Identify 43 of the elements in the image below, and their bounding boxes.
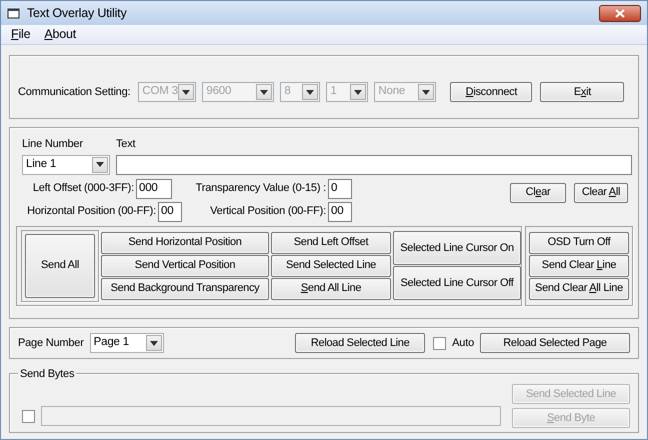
button[interactable]: OSD Turn Off — [529, 232, 629, 254]
button[interactable]: Clear — [510, 182, 566, 202]
button[interactable]: Exit — [540, 82, 624, 102]
button[interactable]: Send Left Offset — [271, 232, 391, 254]
input-field[interactable]: 00 — [158, 202, 182, 222]
window-title: Text Overlay Utility — [27, 4, 128, 22]
label: Auto — [452, 336, 474, 351]
input-field[interactable]: 0 — [328, 178, 352, 198]
input-field[interactable]: 00 — [328, 202, 352, 222]
button[interactable]: Send Vertical Position — [101, 254, 269, 276]
dropdown[interactable]: Page 1 — [90, 333, 164, 353]
button[interactable]: Reload Selected Line — [295, 333, 426, 353]
button[interactable]: Reload Selected Page — [480, 333, 630, 353]
button[interactable]: Send Horizontal Position — [101, 232, 269, 254]
menu-item[interactable]: About — [44, 25, 76, 44]
button[interactable]: Send All Line — [271, 278, 391, 300]
menu-item[interactable]: File — [11, 25, 30, 44]
input-field[interactable] — [116, 154, 632, 174]
label: Text — [116, 137, 136, 152]
close-icon[interactable] — [615, 8, 625, 18]
button[interactable]: Send All — [25, 234, 95, 298]
button[interactable]: Send Background Transparency — [101, 278, 269, 300]
input-field[interactable]: 000 — [136, 178, 172, 198]
button[interactable]: Disconnect — [450, 82, 532, 102]
label: Transparency Value (0-15) : — [196, 181, 326, 196]
window-icon — [7, 7, 21, 19]
label: Page Number — [18, 336, 84, 351]
checkbox[interactable] — [433, 336, 446, 350]
label: Line Number — [22, 137, 84, 152]
checkbox[interactable] — [22, 410, 35, 423]
button[interactable]: Selected Line Cursor Off — [393, 266, 521, 300]
button[interactable]: Send Selected Line — [271, 254, 391, 276]
button[interactable]: Send Clear All Line — [529, 278, 629, 300]
button[interactable]: Send Clear Line — [529, 254, 629, 276]
label: Horizontal Position (00-FF): — [27, 204, 156, 220]
group-title: Send Bytes — [18, 366, 76, 382]
button[interactable]: Selected Line Cursor On — [393, 231, 521, 265]
button[interactable]: Clear All — [574, 182, 628, 202]
label: Vertical Position (00-FF): — [210, 204, 326, 220]
label: Communication Setting: — [18, 84, 130, 100]
dropdown[interactable]: Line 1 — [22, 154, 110, 174]
close-button[interactable] — [599, 4, 641, 22]
label: Left Offset (000-3FF): — [32, 181, 134, 196]
